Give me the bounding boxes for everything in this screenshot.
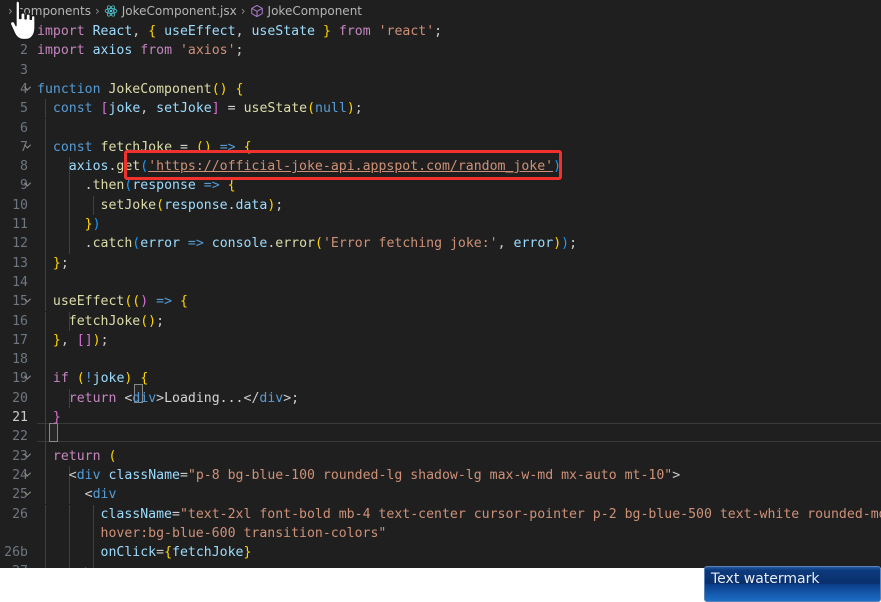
code-line[interactable]: 24 <div className="p-8 bg-blue-100 round… (0, 465, 881, 486)
watermark-label: Text watermark (711, 571, 820, 587)
line-content: fetchJoke(); (68, 313, 165, 329)
line-content: }; (52, 255, 69, 271)
indent-guide (45, 427, 46, 447)
code-line[interactable]: 3 (0, 61, 881, 80)
line-content: import React, { useEffect, useState } fr… (37, 24, 443, 39)
line-number: 6 (20, 120, 28, 136)
line-content: <div className="p-8 bg-blue-100 rounded-… (68, 467, 681, 483)
line-number: 2 (20, 43, 28, 59)
code-line-wrapped[interactable]: hover:bg-blue-600 transition-colors" (0, 523, 881, 544)
breadcrumb-item-symbol[interactable]: JokeComponent (250, 4, 362, 18)
line-content: return <div>Loading...</div>; (68, 390, 300, 406)
code-line[interactable]: 1 import React, { useEffect, useState } … (0, 22, 881, 41)
line-content: import axios from 'axios'; (37, 43, 244, 59)
line-content: function JokeComponent() { (37, 81, 244, 97)
line-number: 16 (12, 313, 28, 329)
line-content: }, []); (52, 332, 109, 348)
code-line[interactable]: 11 }) (0, 215, 881, 235)
code-line[interactable]: 2 import axios from 'axios'; (0, 41, 881, 60)
line-number: 17 (12, 332, 28, 348)
indent-guide (45, 272, 46, 293)
code-line[interactable]: 10 setJoke(response.data); (0, 195, 881, 215)
code-line[interactable]: 4 function JokeComponent() { (0, 80, 881, 99)
code-line[interactable]: 18 (0, 350, 881, 370)
url-link[interactable]: 'https://official-joke-api.appspot.com/r… (148, 159, 553, 174)
breadcrumb-separator-1: › (94, 4, 100, 18)
fold-chevron-icon[interactable] (21, 369, 33, 388)
line-number: 21 (12, 410, 28, 425)
breadcrumb-separator-2: › (240, 4, 246, 18)
line-content: return ( (52, 448, 117, 464)
line-number: 20 (12, 390, 28, 406)
line-content: <div (84, 487, 117, 503)
fold-chevron-icon[interactable] (21, 485, 33, 504)
code-line[interactable]: 16 fetchJoke(); (0, 311, 881, 331)
code-line[interactable]: 6 (0, 118, 881, 138)
line-content: const fetchJoke = () => { (52, 139, 252, 155)
breadcrumb-item-label: components (16, 4, 91, 18)
line-number: 22 (12, 429, 28, 445)
line-number: 11 (12, 217, 28, 232)
line-content: .then(response => { (84, 178, 236, 194)
code-line[interactable]: 8 axios.get('https://official-joke-api.a… (0, 157, 881, 177)
code-line[interactable]: 14 (0, 272, 881, 293)
breadcrumb-separator-0: › (8, 4, 13, 18)
line-number: 13 (12, 255, 28, 271)
line-content: setJoke(response.data); (100, 197, 284, 213)
code-line[interactable]: 23 return ( (0, 446, 881, 466)
code-content[interactable]: 1 import React, { useEffect, useState } … (0, 22, 881, 568)
breadcrumb-item-label: JokeComponent.jsx (121, 4, 237, 18)
line-number: 26b (4, 545, 28, 561)
code-line[interactable]: 9 .then(response => { (0, 176, 881, 196)
fold-chevron-icon[interactable] (21, 138, 33, 157)
line-number: 1 (20, 24, 28, 39)
react-file-icon (104, 4, 118, 18)
breadcrumb-item-label: JokeComponent (267, 4, 362, 18)
breadcrumb-item-components[interactable]: components (17, 4, 91, 18)
line-content: }) (84, 217, 101, 232)
symbol-cube-icon (250, 4, 264, 18)
code-editor[interactable]: › components › JokeComponent.jsx › JokeC… (0, 0, 881, 568)
code-line[interactable]: 22 (0, 427, 881, 447)
line-content: const [joke, setJoke] = useState(null); (52, 101, 363, 117)
line-content: if (!joke) { (52, 371, 149, 387)
code-line[interactable]: 17 }, []); (0, 330, 881, 351)
line-number: 8 (20, 159, 28, 175)
line-number: 12 (12, 236, 28, 252)
code-line[interactable]: 26b onClick={fetchJoke} (0, 543, 881, 563)
code-line[interactable]: 25 <div (0, 485, 881, 505)
fold-chevron-icon[interactable] (21, 176, 33, 195)
code-line[interactable]: 5 const [joke, setJoke] = useState(null)… (0, 99, 881, 119)
code-line[interactable]: 15 useEffect(() => { (0, 292, 881, 312)
line-number: 18 (12, 352, 28, 368)
line-content: onClick={fetchJoke} (100, 545, 252, 561)
breadcrumb[interactable]: › components › JokeComponent.jsx › JokeC… (0, 0, 881, 22)
line-content: useEffect(() => { (52, 294, 188, 310)
fold-chevron-icon[interactable] (21, 80, 33, 99)
line-content: .catch(error => console.error('Error fet… (84, 236, 578, 252)
line-number: 3 (20, 62, 28, 78)
indent-guide (45, 350, 46, 370)
line-content: hover:bg-blue-600 transition-colors" (100, 525, 387, 541)
fold-chevron-icon[interactable] (21, 447, 33, 466)
code-line[interactable]: 13 }; (0, 253, 881, 273)
line-content: axios.get('https://official-joke-api.app… (68, 159, 562, 175)
line-number: 14 (12, 274, 28, 290)
line-content: } (52, 410, 61, 425)
breadcrumb-item-file[interactable]: JokeComponent.jsx (104, 4, 237, 18)
code-line[interactable]: 26 className="text-2xl font-bold mb-4 te… (0, 504, 881, 524)
code-line[interactable]: 21 } (0, 408, 881, 428)
code-line[interactable]: 20 return <div>Loading...</div>; (0, 388, 881, 408)
code-line[interactable]: 7 const fetchJoke = () => { (0, 137, 881, 158)
code-line[interactable]: 19 if (!joke) { (0, 369, 881, 389)
fold-chevron-icon[interactable] (21, 466, 33, 485)
text-watermark: Text watermark (704, 566, 881, 602)
fold-chevron-icon[interactable] (21, 292, 33, 311)
line-number: 5 (20, 101, 28, 117)
line-number: 26 (12, 506, 28, 522)
line-number: 10 (12, 197, 28, 213)
line-content: className="text-2xl font-bold mb-4 text-… (100, 506, 881, 522)
indent-guide (45, 118, 46, 138)
code-line[interactable]: 12 .catch(error => console.error('Error … (0, 234, 881, 254)
